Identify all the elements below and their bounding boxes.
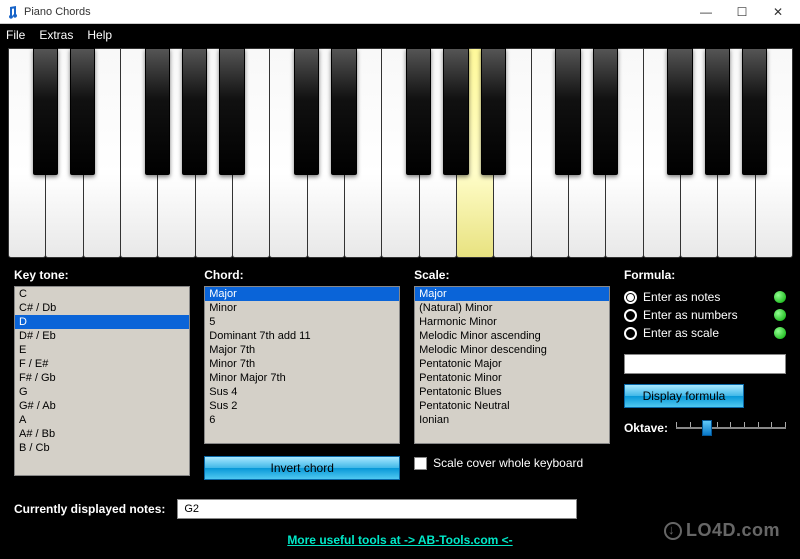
list-item[interactable]: Major xyxy=(415,287,609,301)
formula-radio-label: Enter as scale xyxy=(643,326,719,340)
formula-radio-label: Enter as numbers xyxy=(643,308,738,322)
list-item[interactable]: G xyxy=(15,385,189,399)
minimize-button[interactable]: — xyxy=(688,2,724,22)
list-item[interactable]: Sus 2 xyxy=(205,399,399,413)
white-key[interactable] xyxy=(232,48,270,258)
white-key[interactable] xyxy=(568,48,606,258)
display-formula-button[interactable]: Display formula xyxy=(624,384,744,408)
notes-label: Currently displayed notes: xyxy=(14,502,165,516)
list-item[interactable]: Minor Major 7th xyxy=(205,371,399,385)
maximize-button[interactable]: ☐ xyxy=(724,2,760,22)
notes-display[interactable] xyxy=(177,499,577,519)
list-item[interactable]: 5 xyxy=(205,315,399,329)
white-key[interactable] xyxy=(717,48,755,258)
white-key[interactable] xyxy=(307,48,345,258)
chord-listbox[interactable]: MajorMinor5Dominant 7th add 11Major 7thM… xyxy=(204,286,400,444)
scale-cover-label: Scale cover whole keyboard xyxy=(433,456,583,470)
list-item[interactable]: D# / Eb xyxy=(15,329,189,343)
list-item[interactable]: A# / Bb xyxy=(15,427,189,441)
list-item[interactable]: 6 xyxy=(205,413,399,427)
list-item[interactable]: C# / Db xyxy=(15,301,189,315)
info-icon[interactable] xyxy=(774,327,786,339)
formula-radio[interactable] xyxy=(624,327,637,340)
key-tone-label: Key tone: xyxy=(14,268,190,282)
footer-link[interactable]: More useful tools at -> AB-Tools.com <- xyxy=(287,533,512,547)
menubar: File Extras Help xyxy=(0,24,800,46)
app-icon xyxy=(4,4,20,20)
white-key[interactable] xyxy=(83,48,121,258)
list-item[interactable]: D xyxy=(15,315,189,329)
formula-input[interactable] xyxy=(624,354,786,374)
list-item[interactable]: Melodic Minor ascending xyxy=(415,329,609,343)
scale-listbox[interactable]: Major(Natural) MinorHarmonic MinorMelodi… xyxy=(414,286,610,444)
list-item[interactable]: E xyxy=(15,343,189,357)
list-item[interactable]: F# / Gb xyxy=(15,371,189,385)
info-icon[interactable] xyxy=(774,309,786,321)
white-key[interactable] xyxy=(456,48,494,258)
window-title: Piano Chords xyxy=(24,6,688,18)
list-item[interactable]: Major xyxy=(205,287,399,301)
white-key[interactable] xyxy=(344,48,382,258)
info-icon[interactable] xyxy=(774,291,786,303)
list-item[interactable]: Sus 4 xyxy=(205,385,399,399)
list-item[interactable]: Dominant 7th add 11 xyxy=(205,329,399,343)
white-key[interactable] xyxy=(605,48,643,258)
oktave-slider[interactable] xyxy=(676,418,786,438)
white-key[interactable] xyxy=(643,48,681,258)
close-button[interactable]: ✕ xyxy=(760,2,796,22)
menu-help[interactable]: Help xyxy=(87,28,112,42)
formula-radio[interactable] xyxy=(624,309,637,322)
download-icon xyxy=(664,522,682,540)
white-key[interactable] xyxy=(195,48,233,258)
list-item[interactable]: Pentatonic Minor xyxy=(415,371,609,385)
formula-radio[interactable] xyxy=(624,291,637,304)
key-tone-listbox[interactable]: CC# / DbDD# / EbEF / E#F# / GbGG# / AbAA… xyxy=(14,286,190,476)
piano-keyboard[interactable] xyxy=(0,46,800,258)
white-key[interactable] xyxy=(381,48,419,258)
scale-label: Scale: xyxy=(414,268,610,282)
white-key[interactable] xyxy=(680,48,718,258)
list-item[interactable]: B / Cb xyxy=(15,441,189,455)
chord-label: Chord: xyxy=(204,268,400,282)
menu-file[interactable]: File xyxy=(6,28,25,42)
list-item[interactable]: Minor 7th xyxy=(205,357,399,371)
list-item[interactable]: Ionian xyxy=(415,413,609,427)
list-item[interactable]: Pentatonic Blues xyxy=(415,385,609,399)
menu-extras[interactable]: Extras xyxy=(39,28,73,42)
watermark: LO4D.com xyxy=(664,520,780,541)
white-key[interactable] xyxy=(493,48,531,258)
white-key[interactable] xyxy=(45,48,83,258)
white-key[interactable] xyxy=(269,48,307,258)
list-item[interactable]: Minor xyxy=(205,301,399,315)
list-item[interactable]: F / E# xyxy=(15,357,189,371)
white-key[interactable] xyxy=(419,48,457,258)
formula-radio-label: Enter as notes xyxy=(643,290,720,304)
list-item[interactable]: C xyxy=(15,287,189,301)
white-key[interactable] xyxy=(8,48,46,258)
white-key[interactable] xyxy=(120,48,158,258)
white-key[interactable] xyxy=(755,48,793,258)
formula-label: Formula: xyxy=(624,268,786,282)
list-item[interactable]: Pentatonic Neutral xyxy=(415,399,609,413)
scale-cover-checkbox[interactable] xyxy=(414,457,427,470)
list-item[interactable]: Major 7th xyxy=(205,343,399,357)
titlebar: Piano Chords — ☐ ✕ xyxy=(0,0,800,24)
list-item[interactable]: Pentatonic Major xyxy=(415,357,609,371)
invert-chord-button[interactable]: Invert chord xyxy=(204,456,400,480)
list-item[interactable]: (Natural) Minor xyxy=(415,301,609,315)
white-key[interactable] xyxy=(531,48,569,258)
list-item[interactable]: G# / Ab xyxy=(15,399,189,413)
white-key[interactable] xyxy=(157,48,195,258)
list-item[interactable]: Harmonic Minor xyxy=(415,315,609,329)
list-item[interactable]: A xyxy=(15,413,189,427)
oktave-label: Oktave: xyxy=(624,421,668,435)
list-item[interactable]: Melodic Minor descending xyxy=(415,343,609,357)
